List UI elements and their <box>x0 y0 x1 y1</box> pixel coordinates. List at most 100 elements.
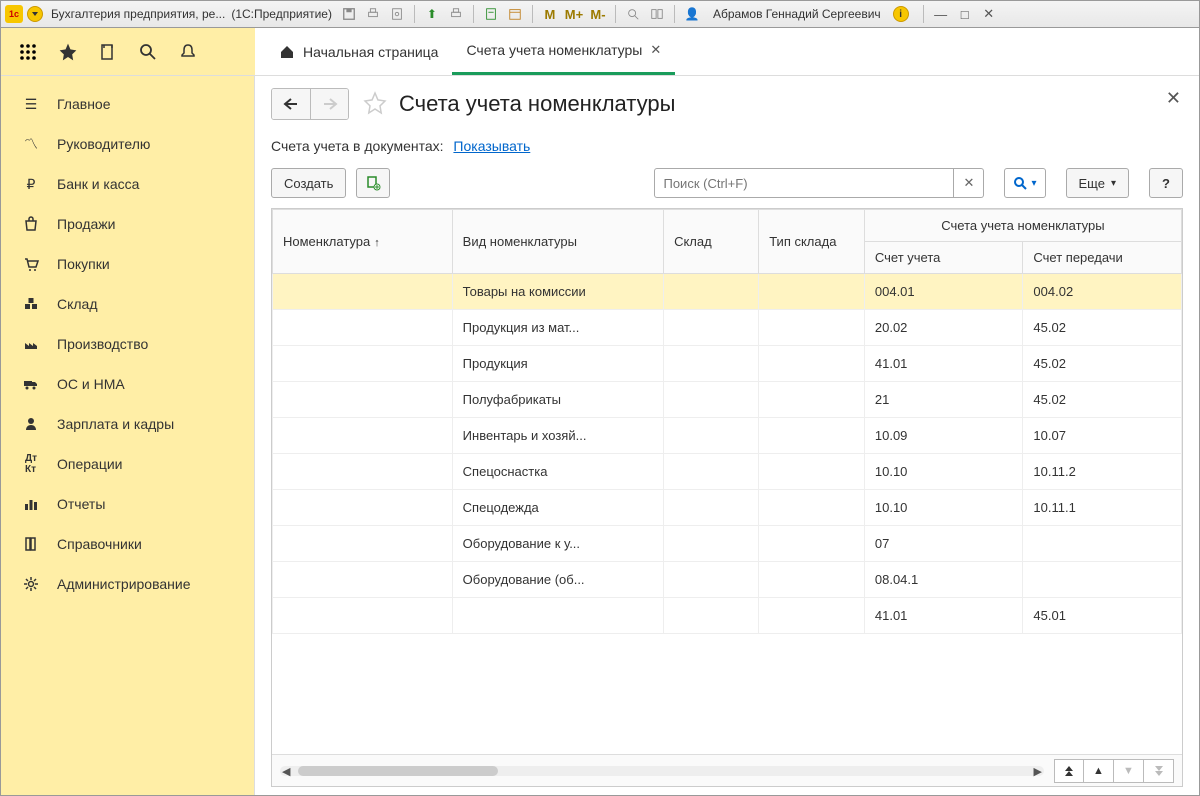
separator <box>674 5 675 23</box>
bars-icon <box>19 495 43 513</box>
scroll-thumb[interactable] <box>298 766 498 776</box>
cell-wh_type <box>759 274 865 310</box>
sidebar-item-purchases[interactable]: Покупки <box>1 244 254 284</box>
tab-close-icon[interactable]: ✕ <box>650 42 661 58</box>
search-input[interactable] <box>654 168 954 198</box>
sidebar-item-admin[interactable]: Администрирование <box>1 564 254 604</box>
print2-icon[interactable] <box>447 5 465 23</box>
col-accounts-group[interactable]: Счета учета номенклатуры <box>864 210 1181 242</box>
user-name[interactable]: Абрамов Геннадий Сергеевич <box>713 7 881 21</box>
cell-account: 004.01 <box>864 274 1023 310</box>
scroll-right-icon[interactable]: ▶ <box>1034 765 1042 778</box>
apps-grid-icon[interactable] <box>17 41 39 63</box>
app-menu-dropdown[interactable] <box>27 6 43 22</box>
cell-account: 21 <box>864 382 1023 418</box>
zoom-icon[interactable] <box>624 5 642 23</box>
memory-mminus-button[interactable]: M- <box>589 5 607 23</box>
history-icon[interactable] <box>97 41 119 63</box>
table-row[interactable]: Продукция из мат...20.0245.02 <box>273 310 1182 346</box>
page-header: Счета учета номенклатуры ✕ <box>271 88 1183 120</box>
help-button[interactable]: ? <box>1149 168 1183 198</box>
page-close-button[interactable]: ✕ <box>1166 88 1181 109</box>
sidebar-item-sales[interactable]: Продажи <box>1 204 254 244</box>
preview-icon[interactable] <box>388 5 406 23</box>
panels-icon[interactable] <box>648 5 666 23</box>
bell-icon[interactable] <box>177 41 199 63</box>
search-clear-button[interactable]: ✕ <box>954 168 984 198</box>
table-row[interactable]: Инвентарь и хозяй...10.0910.07 <box>273 418 1182 454</box>
table-row[interactable]: 41.0145.01 <box>273 598 1182 634</box>
cell-nomenclature <box>273 454 453 490</box>
menu-icon: ☰ <box>19 95 43 113</box>
sidebar-item-assets[interactable]: ОС и НМА <box>1 364 254 404</box>
maximize-button[interactable]: □ <box>956 5 974 23</box>
sidebar-item-bank[interactable]: ₽Банк и касса <box>1 164 254 204</box>
advanced-search-button[interactable]: ▾ <box>1004 168 1045 198</box>
table-row[interactable]: Оборудование (об...08.04.1 <box>273 562 1182 598</box>
filter-row: Счета учета в документах: Показывать <box>271 138 1183 154</box>
cell-warehouse <box>664 490 759 526</box>
table-row[interactable]: Полуфабрикаты2145.02 <box>273 382 1182 418</box>
col-transfer[interactable]: Счет передачи <box>1023 242 1182 274</box>
col-nomenclature[interactable]: Номенклатура↑ <box>273 210 453 274</box>
tab-home[interactable]: Начальная страница <box>265 29 452 75</box>
minimize-button[interactable]: — <box>932 5 950 23</box>
sidebar-item-warehouse[interactable]: Склад <box>1 284 254 324</box>
calculator-icon[interactable] <box>482 5 500 23</box>
sidebar-item-label: Отчеты <box>57 496 105 512</box>
col-account[interactable]: Счет учета <box>864 242 1023 274</box>
sidebar-item-reports[interactable]: Отчеты <box>1 484 254 524</box>
sidebar-item-production[interactable]: Производство <box>1 324 254 364</box>
memory-mplus-button[interactable]: M+ <box>565 5 583 23</box>
page-up-button[interactable]: ▲ <box>1084 759 1114 783</box>
save-icon[interactable] <box>340 5 358 23</box>
sidebar-item-manager[interactable]: 〽Руководителю <box>1 124 254 164</box>
cell-warehouse <box>664 382 759 418</box>
sidebar-item-operations[interactable]: ДтКтОперации <box>1 444 254 484</box>
create-button[interactable]: Создать <box>271 168 346 198</box>
close-window-button[interactable]: ✕ <box>980 5 998 23</box>
page-title: Счета учета номенклатуры <box>399 91 675 117</box>
col-wh-type[interactable]: Тип склада <box>759 210 865 274</box>
page-down-button[interactable]: ▼ <box>1114 759 1144 783</box>
sidebar-item-hr[interactable]: Зарплата и кадры <box>1 404 254 444</box>
col-type[interactable]: Вид номенклатуры <box>452 210 663 274</box>
calendar-icon[interactable] <box>506 5 524 23</box>
horizontal-scrollbar[interactable]: ◀ ▶ <box>280 766 1044 776</box>
sidebar-item-label: Зарплата и кадры <box>57 416 174 432</box>
cell-account: 10.09 <box>864 418 1023 454</box>
table-row[interactable]: Товары на комиссии004.01004.02 <box>273 274 1182 310</box>
print-icon[interactable] <box>364 5 382 23</box>
filter-link[interactable]: Показывать <box>453 138 530 154</box>
back-button[interactable] <box>272 89 310 119</box>
col-warehouse[interactable]: Склад <box>664 210 759 274</box>
page-first-button[interactable] <box>1054 759 1084 783</box>
upload-icon[interactable]: ⬆ <box>423 5 441 23</box>
sidebar-item-main[interactable]: ☰Главное <box>1 84 254 124</box>
cell-transfer: 10.11.2 <box>1023 454 1182 490</box>
table-row[interactable]: Спецоснастка10.1010.11.2 <box>273 454 1182 490</box>
table-row[interactable]: Оборудование к у...07 <box>273 526 1182 562</box>
titlebar: 1c Бухгалтерия предприятия, ре... (1С:Пр… <box>0 0 1200 28</box>
table-row[interactable]: Спецодежда10.1010.11.1 <box>273 490 1182 526</box>
scroll-left-icon[interactable]: ◀ <box>282 765 290 778</box>
info-icon[interactable]: i <box>893 6 909 22</box>
cell-account: 08.04.1 <box>864 562 1023 598</box>
favorite-icon[interactable] <box>363 91 389 117</box>
copy-button[interactable] <box>356 168 390 198</box>
person-icon <box>19 415 43 433</box>
table-row[interactable]: Продукция41.0145.02 <box>273 346 1182 382</box>
cell-warehouse <box>664 562 759 598</box>
cell-type: Продукция из мат... <box>452 310 663 346</box>
favorite-star-icon[interactable] <box>57 41 79 63</box>
memory-m-button[interactable]: M <box>541 5 559 23</box>
search-icon[interactable] <box>137 41 159 63</box>
more-button[interactable]: Еще▾ <box>1066 168 1129 198</box>
sidebar-item-catalogs[interactable]: Справочники <box>1 524 254 564</box>
forward-button[interactable] <box>310 89 348 119</box>
tab-accounts[interactable]: Счета учета номенклатуры ✕ <box>452 29 675 75</box>
cell-type: Спецодежда <box>452 490 663 526</box>
sidebar: ☰Главное 〽Руководителю ₽Банк и касса Про… <box>1 76 255 795</box>
search-group: ✕ <box>654 168 984 198</box>
page-last-button[interactable] <box>1144 759 1174 783</box>
